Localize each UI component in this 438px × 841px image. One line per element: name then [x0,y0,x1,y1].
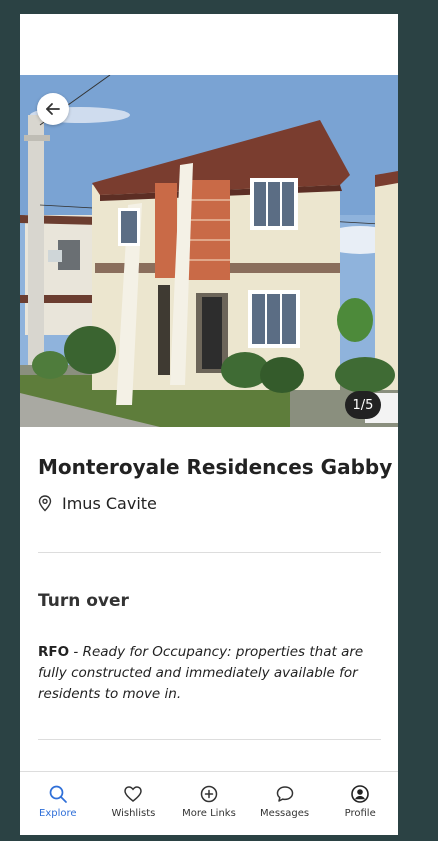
app-screen: 1/5 Monteroyale Residences Gabby Imus Ca… [20,14,398,835]
listing-location: Imus Cavite [38,494,157,513]
divider [38,739,381,740]
property-photo[interactable] [20,75,398,427]
tab-explore[interactable]: Explore [20,772,96,835]
location-text: Imus Cavite [62,494,157,513]
listing-title: Monteroyale Residences Gabby [38,455,393,479]
search-icon [49,785,67,803]
tab-label: Explore [39,808,77,819]
turnover-label: RFO [38,644,70,660]
bottom-tab-bar: Explore Wishlists More Links Messages Pr… [20,771,398,835]
tab-messages[interactable]: Messages [247,772,323,835]
arrow-left-icon [46,103,60,115]
turnover-text: Ready for Occupancy: properties that are… [38,644,364,702]
tab-label: Profile [344,808,376,819]
turnover-heading: Turn over [38,591,129,611]
chat-bubble-icon [276,786,293,802]
tab-wishlists[interactable]: Wishlists [96,772,172,835]
tab-more-links[interactable]: More Links [171,772,247,835]
turnover-separator: - [69,644,83,660]
tab-label: Messages [260,808,310,819]
map-pin-icon [38,495,52,512]
turnover-description: RFO - Ready for Occupancy: properties th… [38,642,383,705]
plus-circle-icon [200,785,218,803]
tab-profile[interactable]: Profile [322,772,398,835]
user-icon [351,785,369,803]
tab-label: Wishlists [111,808,156,819]
tab-label: More Links [182,808,236,819]
back-button[interactable] [37,93,69,125]
heart-icon [124,786,143,802]
divider [38,552,381,553]
photo-counter-badge: 1/5 [345,391,381,419]
